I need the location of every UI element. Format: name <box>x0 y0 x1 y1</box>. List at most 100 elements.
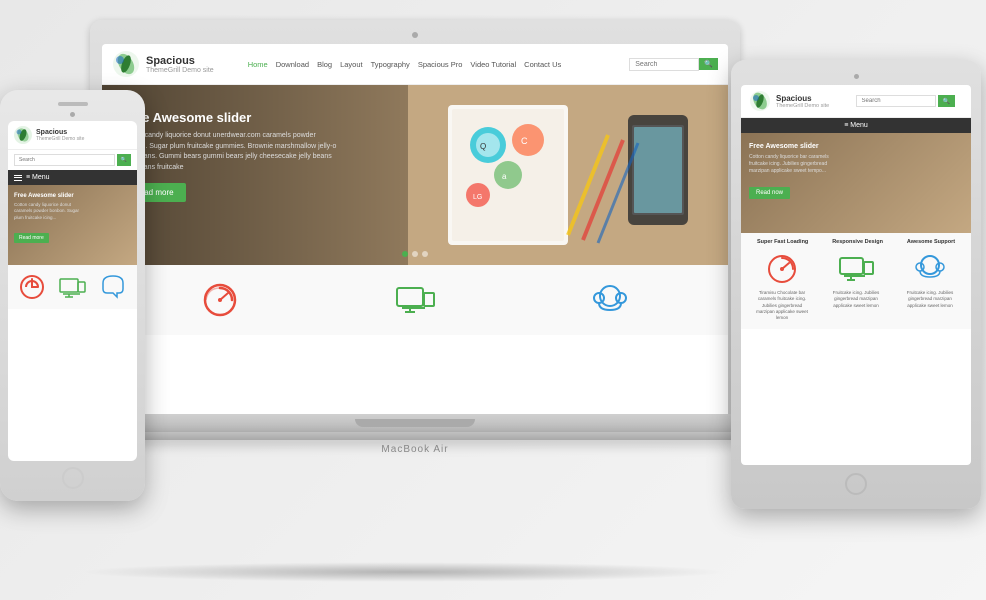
site-search-input[interactable] <box>629 58 699 71</box>
phone-hero-text: Cotton candy liquorice donut caramels po… <box>14 202 84 221</box>
phone-search-input[interactable] <box>14 154 115 166</box>
phone-logo-text: Spacious ThemeGrill Demo site <box>36 129 84 142</box>
dot-2[interactable] <box>412 251 418 257</box>
tablet-home-button[interactable] <box>845 473 867 495</box>
tablet-outer: Spacious ThemeGrill Demo site 🔍 ≡ Menu F… <box>731 60 981 509</box>
svg-text:a: a <box>502 172 507 181</box>
tablet-feature-text-2: Fruitcake icing. Jubilies gingerbread ma… <box>826 290 886 309</box>
phone-features <box>8 265 137 309</box>
nav-item-home[interactable]: Home <box>248 60 268 69</box>
phone-support-icon <box>99 273 127 301</box>
tablet-features: Tiramisu Chocolate bar caramels fruitcak… <box>741 247 971 329</box>
site-search-button[interactable]: 🔍 <box>699 58 718 70</box>
phone-outer: Spacious ThemeGrill Demo site 🔍 ≡ Menu <box>0 90 145 501</box>
tablet-hero-button[interactable]: Read now <box>749 187 790 199</box>
phone-hero-button[interactable]: Read more <box>14 233 49 243</box>
fast-loading-icon <box>200 280 240 320</box>
feature-fast-loading <box>200 280 240 320</box>
phone-fast-loading-icon <box>18 273 46 301</box>
laptop-notch <box>355 419 475 427</box>
phone-screen: Spacious ThemeGrill Demo site 🔍 ≡ Menu <box>8 121 137 461</box>
phone-menu-label: ≡ Menu <box>26 174 50 181</box>
tablet-site-name: Spacious <box>776 94 829 103</box>
hamburger-icon <box>14 175 22 181</box>
phone-home-button[interactable] <box>62 467 84 489</box>
nav-item-download[interactable]: Download <box>276 60 309 69</box>
nav-item-contact[interactable]: Contact Us <box>524 60 561 69</box>
svg-text:Q: Q <box>480 142 486 151</box>
laptop-camera-icon <box>412 32 418 38</box>
phone-hero: Free Awesome slider Cotton candy liquori… <box>8 185 137 265</box>
tablet-features-labels: Super Fast Loading Responsive Design Awe… <box>741 233 971 247</box>
tablet-hero: Free Awesome slider Cotton candy liquori… <box>741 133 971 233</box>
tablet-camera-icon <box>854 74 859 79</box>
site-search: 🔍 <box>629 58 718 71</box>
phone-device: Spacious ThemeGrill Demo site 🔍 ≡ Menu <box>0 90 145 501</box>
nav-item-blog[interactable]: Blog <box>317 60 332 69</box>
tablet-fast-icon <box>764 251 800 287</box>
tablet-responsive-icon <box>838 251 874 287</box>
support-icon <box>590 280 630 320</box>
site-name: Spacious <box>146 55 214 67</box>
tablet-feature-label-3: Awesome Support <box>907 239 955 245</box>
phone-logo-icon <box>14 126 32 144</box>
nav-item-layout[interactable]: Layout <box>340 60 363 69</box>
laptop-label: MacBook Air <box>90 440 740 455</box>
phone-speaker <box>58 102 88 106</box>
tablet-menu-bar[interactable]: ≡ Menu <box>741 118 971 133</box>
site-nav: Home Download Blog Layout Typography Spa… <box>248 60 562 69</box>
tablet-logo-icon <box>749 90 771 112</box>
tablet-feature-fast: Tiramisu Chocolate bar caramels fruitcak… <box>752 251 812 321</box>
hero-collage: Q C a LG <box>408 85 728 265</box>
phone-camera-icon <box>70 112 75 117</box>
tablet-feature-support: Fruitcake icing. Jubilies gingerbread ma… <box>900 251 960 321</box>
tablet-menu-label: ≡ Menu <box>844 122 868 129</box>
tablet-feature-text-3: Fruitcake icing. Jubilies gingerbread ma… <box>900 290 960 309</box>
phone-hero-content: Free Awesome slider Cotton candy liquori… <box>14 193 84 244</box>
tablet-logo-text: Spacious ThemeGrill Demo site <box>776 94 829 109</box>
laptop-device: Spacious ThemeGrill Demo site Home Downl… <box>90 20 740 455</box>
tablet-feature-responsive: Fruitcake icing. Jubilies gingerbread ma… <box>826 251 886 321</box>
nav-item-spacious-pro[interactable]: Spacious Pro <box>418 60 463 69</box>
nav-item-video-tutorial[interactable]: Video Tutorial <box>470 60 516 69</box>
phone-menu-bar[interactable]: ≡ Menu <box>8 170 137 185</box>
laptop-shadow <box>80 562 730 582</box>
phone-search-row: 🔍 <box>8 150 137 170</box>
website: Spacious ThemeGrill Demo site Home Downl… <box>102 44 728 414</box>
site-hero: Q C a LG <box>102 85 728 265</box>
svg-text:LG: LG <box>473 194 482 201</box>
laptop-base <box>90 414 740 432</box>
tablet-screen: Spacious ThemeGrill Demo site 🔍 ≡ Menu F… <box>741 85 971 465</box>
site-logo-icon <box>112 50 140 78</box>
hero-dots <box>402 251 428 257</box>
tablet-search-input[interactable] <box>856 95 936 107</box>
site-tagline: ThemeGrill Demo site <box>146 67 214 74</box>
site-logo-text: Spacious ThemeGrill Demo site <box>146 55 214 74</box>
site-header: Spacious ThemeGrill Demo site Home Downl… <box>102 44 728 85</box>
tablet-search-row: 🔍 <box>848 91 963 111</box>
tablet-hero-text: Cotton candy liquorice bar caramels frui… <box>749 154 839 175</box>
phone-responsive-icon <box>58 273 86 301</box>
tablet-site-tagline: ThemeGrill Demo site <box>776 103 829 109</box>
responsive-icon <box>395 280 435 320</box>
svg-text:C: C <box>521 136 528 146</box>
tablet-hero-content: Free Awesome slider Cotton candy liquori… <box>749 143 839 199</box>
feature-support <box>590 280 630 320</box>
tablet-feature-text-1: Tiramisu Chocolate bar caramels fruitcak… <box>752 290 812 321</box>
dot-1[interactable] <box>402 251 408 257</box>
laptop-screen: Spacious ThemeGrill Demo site Home Downl… <box>102 44 728 414</box>
laptop-foot <box>90 432 740 440</box>
hero-content: Free Awesome slider Cotton candy liquori… <box>122 110 342 202</box>
phone-search-button[interactable]: 🔍 <box>117 154 131 166</box>
feature-responsive <box>395 280 435 320</box>
nav-item-typography[interactable]: Typography <box>371 60 410 69</box>
tablet-header: Spacious ThemeGrill Demo site 🔍 <box>741 85 971 118</box>
laptop-screen-outer: Spacious ThemeGrill Demo site Home Downl… <box>90 20 740 414</box>
hero-text: Cotton candy liquorice donut unerdwear.c… <box>122 131 342 173</box>
tablet-hero-title: Free Awesome slider <box>749 143 839 150</box>
dot-3[interactable] <box>422 251 428 257</box>
phone-hero-title: Free Awesome slider <box>14 193 84 199</box>
tablet-search-button[interactable]: 🔍 <box>938 95 955 107</box>
hero-image: Q C a LG <box>408 85 728 265</box>
tablet-support-icon <box>912 251 948 287</box>
